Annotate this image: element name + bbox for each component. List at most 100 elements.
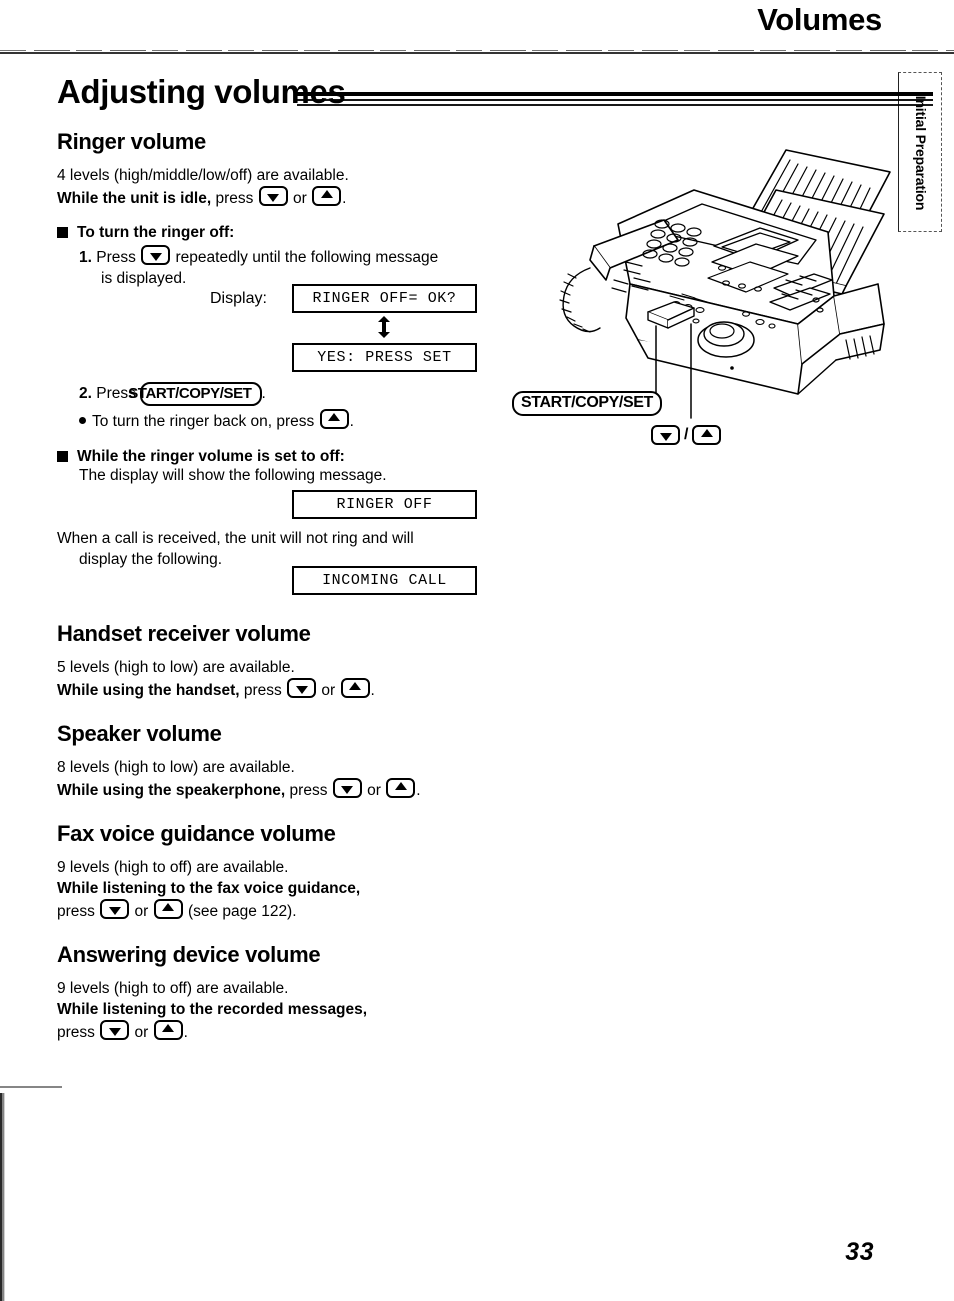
step-2-end: .: [261, 385, 266, 402]
lcd-ringer-off-ok: RINGER OFF= OK?: [292, 284, 477, 313]
down-arrow-key-icon: [651, 425, 680, 445]
square-bullet-icon: [57, 451, 68, 462]
page-title-row: Adjusting volumes: [57, 72, 933, 116]
note-text: To turn the ringer back on, press .: [79, 409, 491, 432]
lcd-yes-press-set: YES: PRESS SET: [292, 343, 477, 372]
answering-device-volume-body: 9 levels (high to off) are available. Wh…: [57, 978, 487, 1043]
fax-voice-action-bold: While listening to the fax voice guidanc…: [57, 880, 361, 897]
section-heading-fax-voice-guidance-volume: Fax voice guidance volume: [57, 821, 336, 846]
section-heading-speaker-volume: Speaker volume: [57, 721, 222, 746]
header-rule: [0, 52, 954, 54]
illustration-callout-start-copy-set: START/COPY/SET: [512, 391, 662, 416]
header-rule-faint: [0, 50, 954, 51]
step-1-rest: repeatedly until the following message: [175, 249, 439, 266]
step-2-text: 2. Press START/COPY/SET.: [79, 382, 491, 406]
ringer-off-state-line-2a: When a call is received, the unit will n…: [57, 530, 414, 547]
section-fax-voice-guidance-volume: Fax voice guidance volume: [57, 821, 487, 846]
ringer-off-state-line-2: When a call is received, the unit will n…: [57, 528, 477, 570]
block-ringer-off-state: While the ringer volume is set to off:: [57, 446, 487, 467]
up-arrow-key-icon[interactable]: [153, 899, 183, 919]
scan-edge-artifact: [0, 1093, 5, 1301]
down-arrow-key-icon[interactable]: [100, 899, 130, 919]
down-arrow-key-icon[interactable]: [332, 778, 362, 798]
scan-edge-artifact-top: [0, 1086, 62, 1088]
ringer-off-state-heading: While the ringer volume is set to off:: [57, 446, 487, 467]
answering-action-line: press or .: [57, 1020, 487, 1043]
lcd-incoming-call: INCOMING CALL: [292, 566, 477, 595]
up-arrow-key-icon[interactable]: [153, 1020, 183, 1040]
ringer-action-line: While the unit is idle, press or .: [57, 186, 487, 209]
down-arrow-key-icon[interactable]: [141, 245, 171, 265]
square-bullet-icon: [57, 227, 68, 238]
section-ringer-volume: Ringer volume: [57, 129, 487, 154]
up-down-transition-arrow-icon: [377, 316, 391, 338]
ringer-action-verb: press: [215, 190, 254, 207]
answering-action-verb: press: [57, 1024, 95, 1041]
handset-action-end: .: [370, 682, 375, 699]
round-bullet-icon: [79, 417, 86, 424]
ringer-action-end: .: [342, 190, 347, 207]
note-end: .: [349, 413, 354, 430]
note-body: To turn the ringer back on, press: [92, 413, 315, 430]
fax-voice-levels-line: 9 levels (high to off) are available.: [57, 859, 289, 876]
fax-voice-action-join: or: [134, 903, 149, 920]
answering-action-end: .: [183, 1024, 188, 1041]
turn-ringer-off-step-1: 1. Press repeatedly until the following …: [79, 245, 491, 289]
ringer-off-state-heading-text: While the ringer volume is set to off:: [77, 448, 345, 465]
running-header-title: Volumes: [757, 2, 882, 37]
ringer-action-bold: While the unit is idle,: [57, 190, 212, 207]
speaker-action-bold: While using the speakerphone,: [57, 782, 286, 799]
ringer-off-state-line-1: The display will show the following mess…: [79, 465, 491, 486]
page-number: 33: [845, 1238, 874, 1266]
section-speaker-volume: Speaker volume: [57, 721, 487, 746]
title-rule-decoration: [297, 92, 933, 110]
illustration-callout-volume-keys: /: [650, 425, 722, 445]
block-turn-ringer-off: To turn the ringer off:: [57, 222, 487, 243]
section-heading-ringer-volume: Ringer volume: [57, 129, 206, 154]
ringer-action-join: or: [293, 190, 307, 207]
answering-levels-line: 9 levels (high to off) are available.: [57, 980, 289, 997]
up-arrow-key-icon: [692, 425, 722, 445]
handset-action-verb: press: [243, 682, 282, 699]
answering-action-join: or: [134, 1024, 149, 1041]
speaker-volume-body: 8 levels (high to low) are available. Wh…: [57, 757, 487, 801]
speaker-action-verb: press: [289, 782, 328, 799]
step-1-number: 1.: [79, 249, 92, 266]
turn-ringer-off-heading-text: To turn the ringer off:: [77, 224, 235, 241]
step-1-text: 1. Press repeatedly until the following …: [79, 245, 491, 268]
up-arrow-key-icon[interactable]: [340, 678, 370, 698]
fax-voice-guidance-volume-body: 9 levels (high to off) are available. Wh…: [57, 857, 487, 922]
fax-voice-action-end: (see page 122).: [187, 903, 297, 920]
turn-ringer-back-on-note: To turn the ringer back on, press .: [79, 409, 491, 432]
turn-ringer-off-heading: To turn the ringer off:: [57, 222, 487, 243]
callout-separator: /: [684, 426, 689, 443]
handset-levels-line: 5 levels (high to low) are available.: [57, 659, 295, 676]
start-copy-set-key[interactable]: START/COPY/SET: [128, 382, 262, 406]
document-page: Volumes Initial Preparation Adjusting vo…: [0, 0, 954, 1301]
display-label: Display:: [210, 290, 267, 307]
up-arrow-key-icon[interactable]: [319, 409, 349, 429]
down-arrow-key-icon[interactable]: [100, 1020, 130, 1040]
ringer-off-state-line-1-text: The display will show the following mess…: [79, 467, 387, 484]
up-arrow-key-icon[interactable]: [386, 778, 416, 798]
ringer-volume-intro: 4 levels (high/middle/low/off) are avail…: [57, 165, 487, 209]
section-heading-handset-receiver-volume: Handset receiver volume: [57, 621, 311, 646]
ringer-levels-line: 4 levels (high/middle/low/off) are avail…: [57, 167, 349, 184]
answering-action-bold: While listening to the recorded messages…: [57, 1001, 368, 1018]
down-arrow-key-icon[interactable]: [258, 186, 288, 206]
speaker-action-end: .: [416, 782, 421, 799]
section-handset-receiver-volume: Handset receiver volume: [57, 621, 487, 646]
section-answering-device-volume: Answering device volume: [57, 942, 487, 967]
up-arrow-key-icon[interactable]: [312, 186, 342, 206]
handset-receiver-volume-body: 5 levels (high to low) are available. Wh…: [57, 657, 487, 701]
handset-action-join: or: [321, 682, 336, 699]
fax-voice-action-verb: press: [57, 903, 95, 920]
speaker-levels-line: 8 levels (high to low) are available.: [57, 759, 295, 776]
lcd-ringer-off: RINGER OFF: [292, 490, 477, 519]
step-2-number: 2.: [79, 385, 92, 402]
turn-ringer-off-step-2: 2. Press START/COPY/SET.: [79, 382, 491, 406]
handset-action-bold: While using the handset,: [57, 682, 240, 699]
speaker-action-line: While using the speakerphone, press or .: [57, 778, 487, 801]
fax-voice-action-line: press or (see page 122).: [57, 899, 487, 922]
down-arrow-key-icon[interactable]: [287, 678, 317, 698]
